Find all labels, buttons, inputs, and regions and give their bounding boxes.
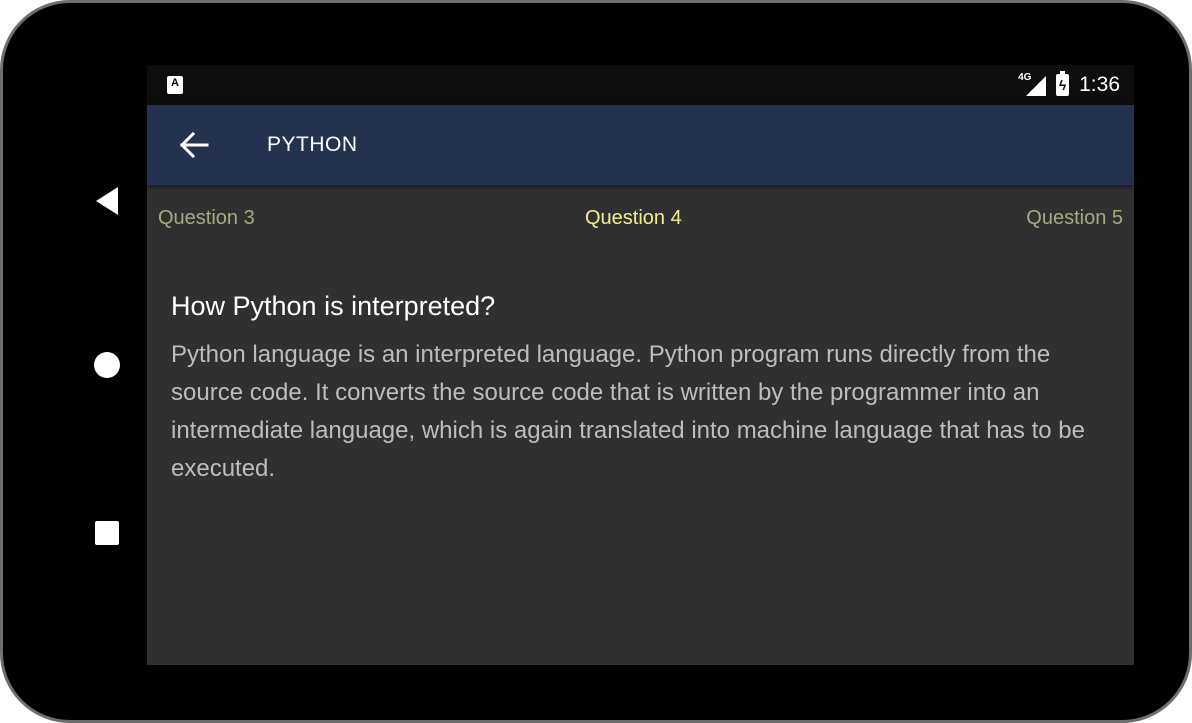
system-back-button[interactable] bbox=[67, 181, 147, 221]
status-indicators: 4G ϟ 1:36 bbox=[1018, 65, 1120, 105]
notification-app-icon: A bbox=[167, 76, 183, 94]
charging-bolt-icon: ϟ bbox=[1058, 77, 1067, 93]
arrow-left-icon bbox=[179, 131, 209, 159]
app-screen: A 4G ϟ 1:36 PYTHON Question 3 Question 4… bbox=[147, 65, 1134, 665]
tab-question-4[interactable]: Question 4 bbox=[585, 207, 682, 230]
triangle-back-icon bbox=[96, 187, 118, 215]
toolbar-title: PYTHON bbox=[267, 133, 358, 156]
app-toolbar: PYTHON bbox=[147, 105, 1134, 185]
battery-charging-icon: ϟ bbox=[1056, 71, 1070, 96]
tab-question-3[interactable]: Question 3 bbox=[158, 207, 255, 230]
system-recents-button[interactable] bbox=[67, 513, 147, 553]
back-button[interactable] bbox=[175, 125, 215, 165]
cellular-signal-icon: 4G bbox=[1018, 72, 1047, 98]
status-clock: 1:36 bbox=[1079, 73, 1120, 96]
system-home-button[interactable] bbox=[67, 345, 147, 385]
device-frame: A 4G ϟ 1:36 PYTHON Question 3 Question 4… bbox=[0, 0, 1192, 723]
question-tabs: Question 3 Question 4 Question 5 bbox=[147, 185, 1134, 253]
circle-home-icon bbox=[94, 352, 120, 378]
square-recents-icon bbox=[95, 521, 119, 545]
system-navigation-bar bbox=[67, 163, 147, 563]
notification-app-icon-letter: A bbox=[171, 77, 179, 89]
question-content: How Python is interpreted? Python langua… bbox=[171, 291, 1116, 488]
answer-text: Python language is an interpreted langua… bbox=[171, 341, 1085, 482]
signal-strength-icon bbox=[1026, 76, 1047, 96]
question-title: How Python is interpreted? bbox=[171, 291, 496, 321]
tab-question-5[interactable]: Question 5 bbox=[1026, 207, 1123, 230]
status-bar: A 4G ϟ 1:36 bbox=[147, 65, 1134, 105]
